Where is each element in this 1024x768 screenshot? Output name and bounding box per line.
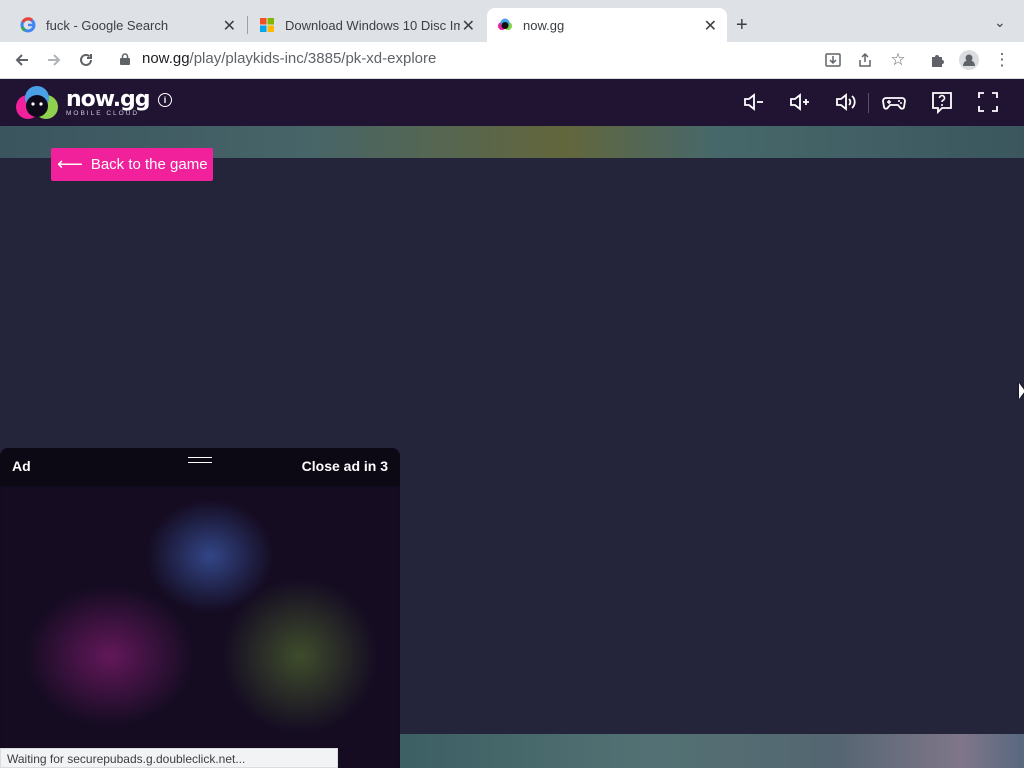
ad-header: Ad Close ad in 3 (0, 448, 400, 486)
nowgg-icon (498, 18, 512, 30)
info-icon[interactable]: i (158, 93, 172, 107)
back-to-game-button[interactable]: ⟵ Back to the game (51, 148, 213, 181)
nowgg-logo[interactable]: now.gg MOBILE CLOUD (14, 85, 154, 121)
logo-wordmark: now.gg (66, 87, 151, 112)
tab-nowgg[interactable]: now.gg ✕ (487, 8, 727, 42)
extensions-icon[interactable] (925, 48, 949, 72)
close-ad-countdown: Close ad in 3 (301, 458, 388, 474)
logo-subtext: MOBILE CLOUD (66, 110, 140, 117)
browser-toolbar: now.gg/play/playkids-inc/3885/pk-xd-expl… (0, 42, 1024, 79)
mouse-cursor-icon (1019, 383, 1024, 399)
ad-label: Ad (12, 458, 31, 474)
tab-google-search[interactable]: fuck - Google Search ✕ (10, 8, 246, 42)
browser-status-bar: Waiting for securepubads.g.doubleclick.n… (0, 748, 338, 768)
lock-icon (120, 52, 130, 65)
ad-content[interactable] (0, 486, 400, 768)
game-bottom-strip (400, 734, 1024, 768)
control-divider (868, 93, 869, 113)
back-button-label: Back to the game (90, 156, 208, 173)
share-icon[interactable] (853, 48, 877, 72)
arrow-left-icon: ⟵ (57, 154, 83, 174)
fullscreen-icon[interactable] (975, 89, 1001, 115)
gamepad-icon[interactable] (881, 89, 907, 115)
bookmark-star-icon[interactable]: ☆ (886, 48, 910, 72)
reload-icon[interactable] (74, 48, 98, 72)
volume-up-icon[interactable] (787, 89, 813, 115)
tab-divider (247, 16, 248, 34)
profile-avatar-icon[interactable] (957, 48, 981, 72)
close-tab-icon[interactable]: ✕ (462, 16, 475, 36)
tab-windows-download[interactable]: Download Windows 10 Disc Im ✕ (249, 8, 485, 42)
url-path: /play/playkids-inc/3885/pk-xd-explore (189, 50, 437, 67)
back-icon[interactable] (10, 48, 34, 72)
tab-title: Download Windows 10 Disc Im (285, 17, 460, 33)
browser-tab-bar: fuck - Google Search ✕ Download Windows … (0, 0, 1024, 42)
tab-title: now.gg (523, 17, 565, 33)
browser-menu-icon[interactable]: ⋮ (990, 48, 1014, 72)
help-icon[interactable] (929, 89, 955, 115)
tab-title: fuck - Google Search (46, 17, 169, 33)
volume-icon[interactable] (833, 89, 859, 115)
drag-handle-icon[interactable] (188, 457, 212, 463)
forward-icon[interactable] (42, 48, 66, 72)
ad-panel: Ad Close ad in 3 (0, 448, 400, 768)
url-host: now.gg (142, 50, 190, 67)
volume-down-icon[interactable] (741, 89, 767, 115)
google-icon (20, 17, 36, 33)
close-tab-icon[interactable]: ✕ (704, 16, 717, 36)
close-tab-icon[interactable]: ✕ (223, 16, 236, 36)
new-tab-icon[interactable]: + (736, 14, 748, 37)
tab-search-chevron-icon[interactable]: ⌄ (994, 14, 1006, 31)
nowgg-header: now.gg MOBILE CLOUD (0, 79, 1024, 126)
install-app-icon[interactable] (821, 48, 845, 72)
microsoft-icon (260, 18, 274, 32)
address-bar[interactable]: now.gg/play/playkids-inc/3885/pk-xd-expl… (120, 50, 436, 67)
